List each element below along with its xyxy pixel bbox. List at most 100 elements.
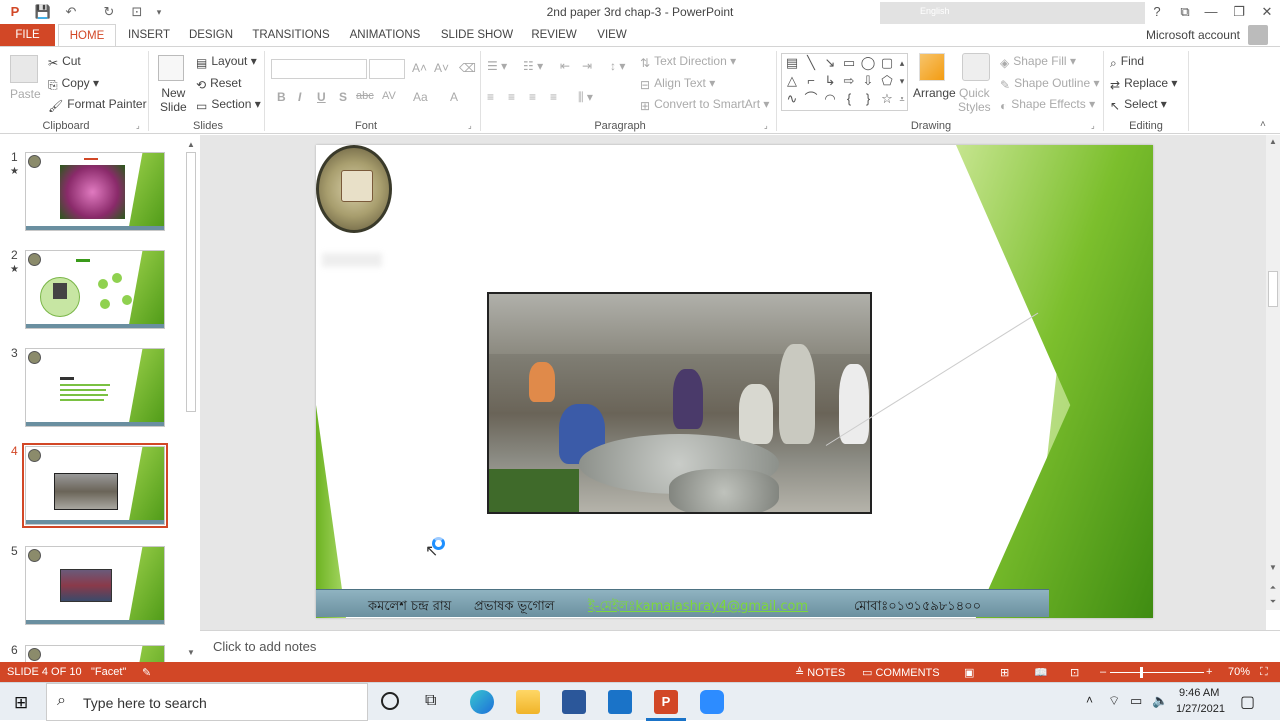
- arrange-button[interactable]: Arrange: [913, 86, 956, 100]
- tab-insert[interactable]: INSERT: [124, 24, 174, 46]
- language-indicator[interactable]: English: [920, 6, 950, 16]
- slide-thumbnail-3[interactable]: [25, 348, 165, 427]
- collapse-ribbon-icon[interactable]: ˄: [1260, 119, 1266, 130]
- shape-effects-button[interactable]: ◐ Shape Effects ▾: [1000, 97, 1095, 113]
- arrange-icon[interactable]: [919, 53, 945, 81]
- volume-icon[interactable]: 🔈: [1152, 693, 1168, 709]
- minimize-button[interactable]: —: [1198, 2, 1224, 22]
- microsoft-store-icon[interactable]: [562, 690, 586, 714]
- edge-browser-icon[interactable]: [470, 690, 494, 714]
- new-slide-button[interactable]: New Slide: [160, 86, 187, 114]
- slide-sorter-view-icon[interactable]: ⊞: [1000, 666, 1009, 679]
- layout-button[interactable]: ▤ Layout ▾: [196, 54, 257, 70]
- notes-pane[interactable]: Click to add notes: [200, 630, 1280, 662]
- oval-shape-icon[interactable]: ◯: [860, 55, 876, 71]
- previous-slide-icon[interactable]: ⏶: [1266, 583, 1280, 593]
- reset-button[interactable]: ⟲ Reset: [196, 76, 241, 92]
- next-slide-icon[interactable]: ⏷: [1266, 597, 1280, 607]
- italic-button[interactable]: I: [298, 90, 301, 104]
- down-arrow-shape-icon[interactable]: ⇩: [860, 73, 876, 89]
- line-spacing-icon[interactable]: ↕ ▾: [610, 59, 625, 73]
- file-explorer-icon[interactable]: [516, 690, 540, 714]
- gallery-scroll-down-icon[interactable]: ▾: [894, 73, 910, 89]
- zoom-slider[interactable]: [1110, 672, 1204, 673]
- convert-smartart-button[interactable]: ⊞ Convert to SmartArt ▾: [640, 97, 769, 113]
- slide-scrollbar[interactable]: ▲ ▼ ⏶ ⏷: [1266, 135, 1280, 610]
- drawing-launcher-icon[interactable]: ⌟: [1091, 121, 1095, 130]
- scrollbar-thumb[interactable]: [1268, 271, 1278, 307]
- select-button[interactable]: ↖ Select ▾: [1110, 97, 1167, 113]
- slide-footer-bar[interactable]: কমলেশ চন্দ্র রায় প্রভাষক ভূগোল ই-মেইলঃk…: [316, 589, 1049, 617]
- arrow-line-shape-icon[interactable]: ↘: [822, 55, 838, 71]
- tab-animations[interactable]: ANIMATIONS: [346, 24, 424, 46]
- font-color-button[interactable]: A: [450, 90, 458, 104]
- columns-icon[interactable]: ⫼ ▾: [578, 90, 593, 105]
- scroll-down-arrow-icon[interactable]: ▼: [184, 648, 198, 657]
- replace-button[interactable]: ⇄ Replace ▾: [1110, 76, 1177, 92]
- align-center-icon[interactable]: ≡: [508, 90, 515, 104]
- footer-email[interactable]: ই-মেইলঃkamalashray4@gmail.com: [588, 597, 808, 618]
- quick-styles-button[interactable]: Quick Styles: [958, 86, 991, 114]
- strikethrough-button[interactable]: abc: [356, 90, 374, 102]
- rounded-rectangle-shape-icon[interactable]: ▢: [879, 55, 895, 71]
- normal-view-icon[interactable]: ▣: [964, 666, 974, 679]
- clear-formatting-icon[interactable]: ⌫: [459, 61, 476, 75]
- notes-placeholder[interactable]: Click to add notes: [213, 639, 316, 654]
- tab-transitions[interactable]: TRANSITIONS: [251, 24, 331, 46]
- account-label[interactable]: Microsoft account: [1146, 28, 1240, 42]
- shape-fill-button[interactable]: ◈ Shape Fill ▾: [1000, 54, 1076, 70]
- justify-icon[interactable]: ≡: [550, 90, 557, 104]
- tab-view[interactable]: VIEW: [592, 24, 632, 46]
- copy-button[interactable]: ⎘ Copy ▾: [48, 76, 99, 92]
- text-direction-button[interactable]: ⇅ Text Direction ▾: [640, 54, 736, 70]
- align-text-button[interactable]: ⊟ Align Text ▾: [640, 76, 715, 92]
- triangle-shape-icon[interactable]: △: [784, 73, 800, 89]
- account-avatar[interactable]: [1248, 25, 1268, 45]
- font-size-combo[interactable]: [369, 59, 405, 79]
- fit-slide-icon[interactable]: ⛶: [1260, 666, 1268, 679]
- grow-font-icon[interactable]: A˄: [412, 61, 427, 75]
- format-painter-button[interactable]: 🖌 Format Painter: [48, 97, 147, 113]
- windows-start-icon[interactable]: ⊞: [14, 693, 28, 713]
- zoom-level[interactable]: 70%: [1228, 666, 1250, 678]
- curve-shape-icon[interactable]: ∿: [784, 91, 800, 107]
- bullets-icon[interactable]: ☰ ▾: [487, 59, 507, 73]
- paste-icon[interactable]: [10, 55, 38, 83]
- spelling-check-icon[interactable]: ✎: [142, 666, 151, 679]
- shape-outline-button[interactable]: ✎ Shape Outline ▾: [1000, 76, 1099, 92]
- font-launcher-icon[interactable]: ⌟: [468, 121, 472, 130]
- gallery-more-icon[interactable]: ⩡: [894, 91, 910, 107]
- paragraph-launcher-icon[interactable]: ⌟: [764, 121, 768, 130]
- increase-indent-icon[interactable]: ⇥: [582, 59, 592, 73]
- task-view-icon[interactable]: ⧉: [425, 692, 436, 710]
- font-name-combo[interactable]: [271, 59, 367, 79]
- new-slide-icon[interactable]: [158, 55, 184, 81]
- decrease-indent-icon[interactable]: ⇤: [560, 59, 570, 73]
- slide-thumbnail-4[interactable]: [22, 443, 168, 528]
- find-button[interactable]: ⌕ Find: [1110, 54, 1144, 70]
- underline-button[interactable]: U: [317, 90, 326, 104]
- battery-icon[interactable]: ▭: [1130, 693, 1142, 709]
- cortana-icon[interactable]: [381, 692, 399, 710]
- help-button[interactable]: ?: [1144, 2, 1170, 22]
- arc-shape-icon[interactable]: ◠: [822, 91, 838, 107]
- tab-design[interactable]: DESIGN: [185, 24, 237, 46]
- paste-button[interactable]: Paste: [10, 87, 41, 101]
- left-brace-shape-icon[interactable]: {: [841, 91, 857, 107]
- mail-icon[interactable]: [608, 690, 632, 714]
- clock-date[interactable]: 1/27/2021: [1176, 703, 1225, 715]
- reading-view-icon[interactable]: 📖: [1034, 666, 1048, 679]
- scroll-up-arrow-icon[interactable]: ▲: [184, 140, 198, 149]
- elbow-connector-shape-icon[interactable]: ⌐: [803, 73, 819, 89]
- slide-thumbnail-5[interactable]: [25, 546, 165, 625]
- fish-market-photo[interactable]: [487, 292, 872, 514]
- show-hidden-icons-icon[interactable]: ˄: [1086, 693, 1093, 707]
- close-button[interactable]: ✕: [1254, 2, 1280, 22]
- tab-home[interactable]: HOME: [58, 24, 116, 46]
- notifications-icon[interactable]: ▢: [1240, 692, 1255, 712]
- restore-button[interactable]: ❐: [1226, 2, 1252, 22]
- slide-show-view-icon[interactable]: ⊡: [1070, 666, 1079, 679]
- college-logo[interactable]: [316, 145, 392, 233]
- shrink-font-icon[interactable]: A˅: [434, 61, 449, 75]
- tab-slide-show[interactable]: SLIDE SHOW: [438, 24, 516, 46]
